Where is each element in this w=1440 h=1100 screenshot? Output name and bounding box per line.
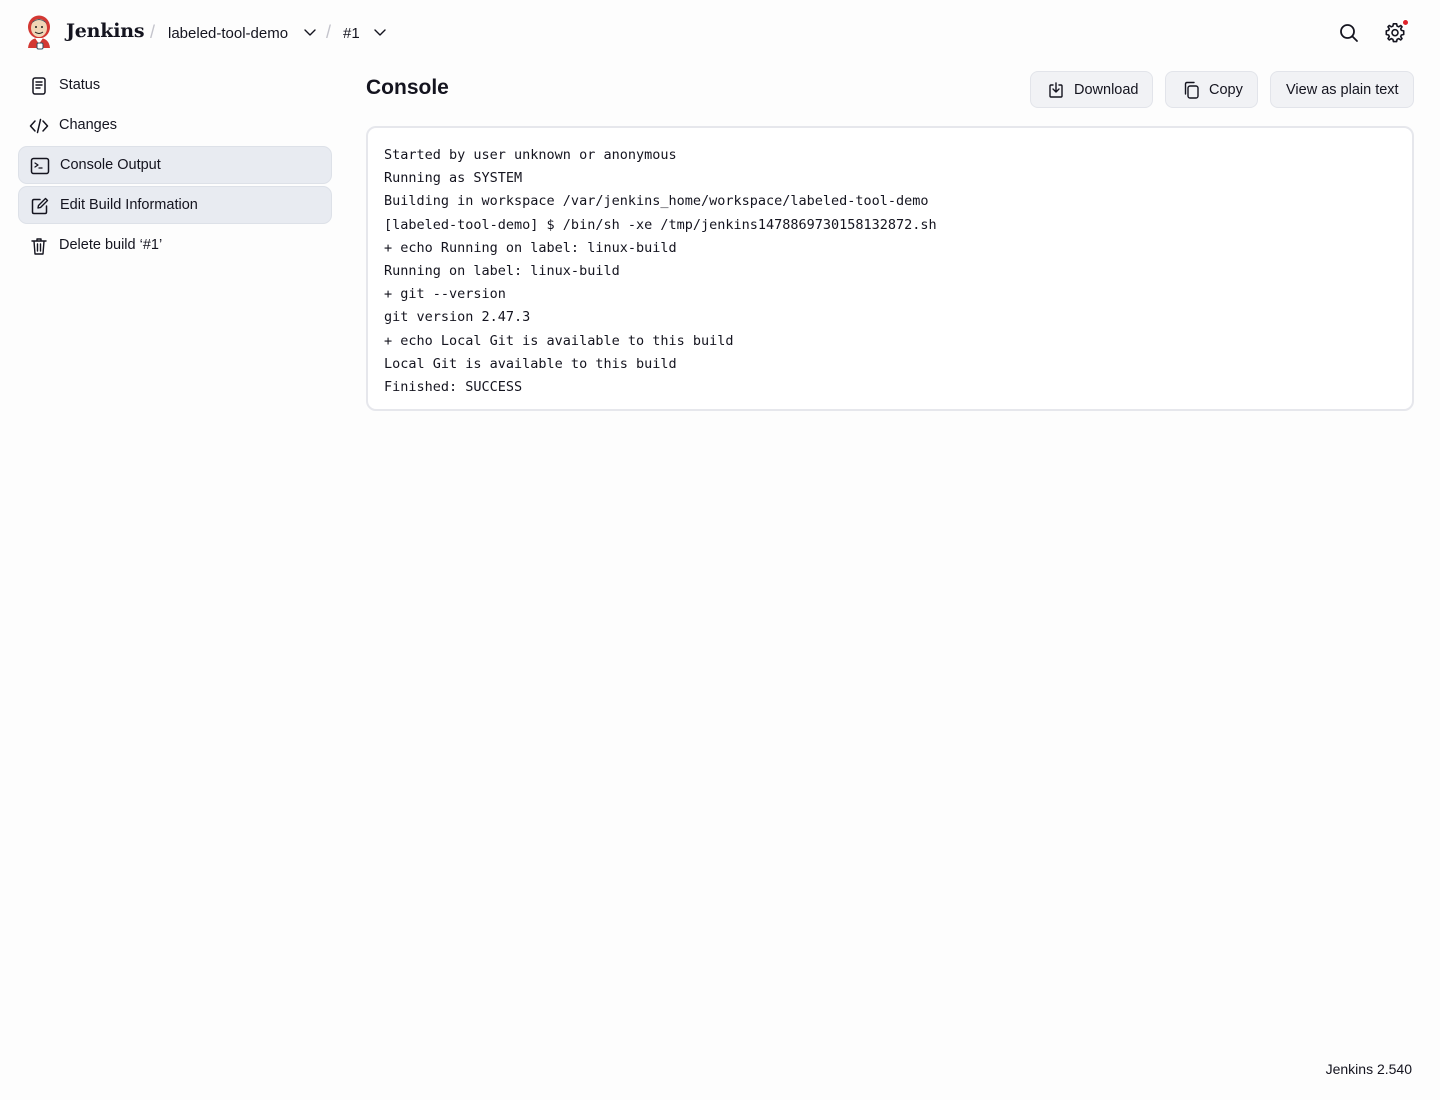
console-line: Running on label: linux-build [384, 263, 620, 280]
console-line: Running as SYSTEM [384, 170, 523, 187]
version-link[interactable]: Jenkins 2.540 [1326, 1061, 1412, 1077]
sidebar-item-label: Delete build ‘#1’ [59, 237, 163, 253]
sidebar-item-label: Changes [59, 117, 118, 133]
document-icon [29, 76, 49, 96]
console-line: [labeled-tool-demo] $ /bin/sh -xe /tmp/j… [384, 216, 937, 233]
sidebar-item-status[interactable]: Status [18, 67, 332, 105]
sidebar-item-edit-build-information[interactable]: Edit Build Information [18, 186, 332, 224]
sidebar-item-changes[interactable]: Changes [18, 107, 332, 145]
download-icon [1047, 81, 1065, 99]
brand-name[interactable]: Jenkins [66, 20, 145, 42]
terminal-icon [30, 156, 50, 176]
copy-button-label: Copy [1209, 81, 1243, 98]
chevron-down-icon[interactable] [302, 24, 318, 40]
sidebar-item-label: Edit Build Information [60, 197, 198, 213]
breadcrumb-job-link[interactable]: labeled-tool-demo [168, 25, 288, 42]
console-line: + echo Local Git is available to this bu… [384, 332, 734, 349]
breadcrumb-build-link[interactable]: #1 [343, 25, 360, 42]
edit-icon [30, 196, 50, 216]
sidebar-item-delete-build[interactable]: Delete build ‘#1’ [18, 227, 332, 265]
copy-icon [1182, 81, 1200, 99]
download-button[interactable]: Download [1030, 71, 1153, 108]
trash-icon [29, 236, 49, 256]
breadcrumb-separator: / [326, 22, 332, 42]
search-icon[interactable] [1337, 21, 1361, 45]
notification-dot [1402, 19, 1409, 26]
console-output-panel: Started by user unknown or anonymous Run… [366, 126, 1414, 411]
breadcrumb-separator: / [150, 22, 156, 42]
console-line: Finished: SUCCESS [384, 379, 523, 396]
console-line: Local Git is available to this build [384, 355, 677, 372]
console-line: git version 2.47.3 [384, 309, 531, 326]
view-plain-text-button[interactable]: View as plain text [1270, 71, 1414, 108]
sidebar-item-label: Console Output [60, 157, 161, 173]
sidebar-item-console-output[interactable]: Console Output [18, 146, 332, 184]
top-header: Jenkins / labeled-tool-demo / #1 [0, 0, 1440, 66]
sidebar-item-label: Status [59, 77, 101, 93]
code-icon [29, 116, 49, 136]
console-line: + git --version [384, 286, 506, 303]
console-line: Building in workspace /var/jenkins_home/… [384, 193, 929, 210]
copy-button[interactable]: Copy [1165, 71, 1258, 108]
view-plain-text-label: View as plain text [1286, 81, 1399, 98]
chevron-down-icon[interactable] [372, 24, 388, 40]
page-title: Console [366, 76, 449, 99]
download-button-label: Download [1074, 81, 1139, 98]
console-line: Started by user unknown or anonymous [384, 147, 677, 163]
console-line: + echo Running on label: linux-build [384, 239, 677, 256]
jenkins-logo-icon[interactable] [24, 14, 54, 50]
